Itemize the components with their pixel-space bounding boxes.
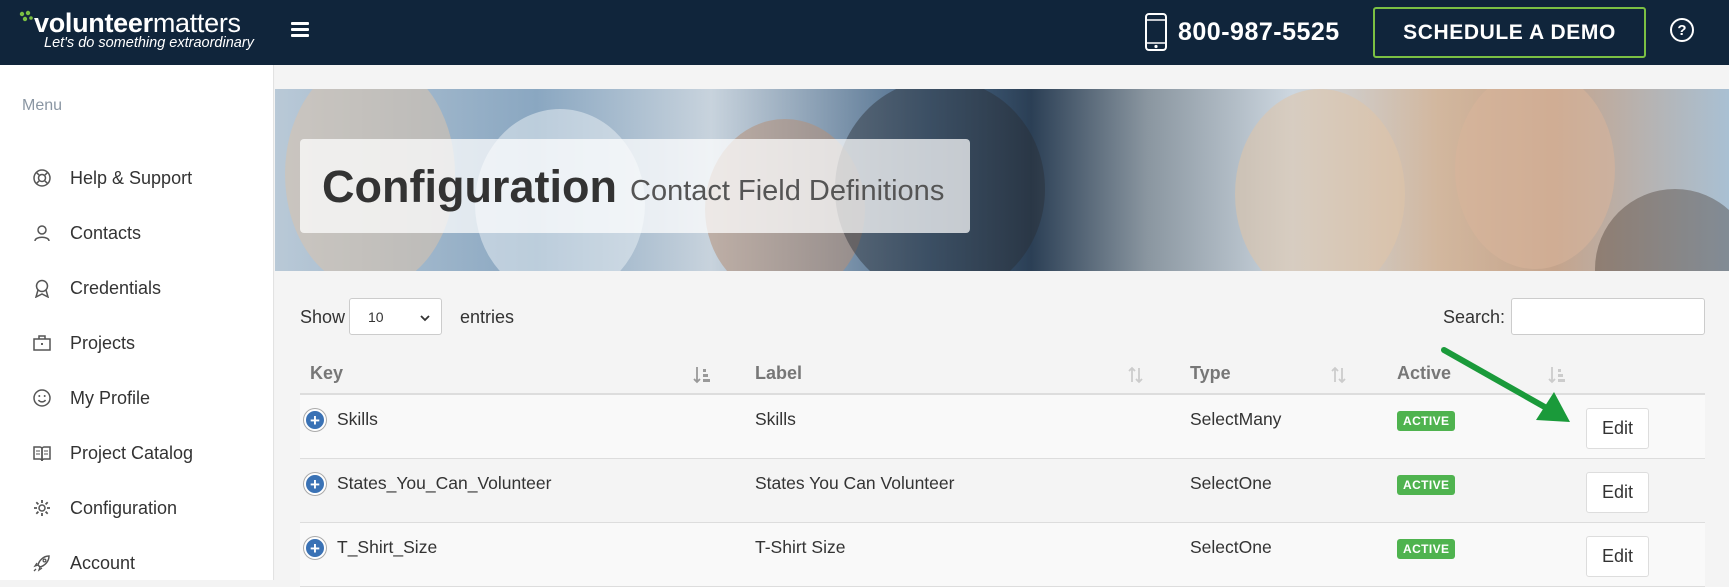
volunteers-banner-image: Configuration Contact Field Definitions [275, 89, 1729, 271]
status-badge: ACTIVE [1397, 411, 1456, 431]
page-length-select[interactable]: 10 [349, 298, 442, 335]
cell-label: States You Can Volunteer [755, 473, 955, 493]
help-icon[interactable]: ? [1670, 18, 1694, 42]
award-icon [31, 277, 53, 299]
edit-button[interactable]: Edit [1586, 536, 1649, 577]
sidebar-item-label: Contacts [70, 222, 142, 243]
sidebar-item-label: Credentials [70, 277, 162, 298]
page-length-value: 10 [368, 309, 384, 325]
show-label: Show [300, 307, 346, 327]
mobile-phone-icon [1145, 13, 1167, 51]
logo-dots-icon [19, 10, 33, 22]
main-content: Configuration Contact Field Definitions … [275, 65, 1729, 587]
sidebar-item-my-profile[interactable]: My Profile [0, 378, 274, 418]
briefcase-icon [31, 332, 53, 354]
cell-key: States_You_Can_Volunteer [337, 473, 552, 493]
sidebar: Menu Help & Support Contacts Credentials… [0, 65, 274, 580]
sidebar-item-account[interactable]: Account [0, 543, 274, 583]
schedule-demo-button[interactable]: SCHEDULE A DEMO [1373, 7, 1646, 58]
field-definitions-table: Key Label Type Active + Skills Skills Se… [300, 355, 1705, 587]
sort-ascending-icon[interactable] [693, 365, 711, 385]
logo-tagline: Let's do something extraordinary [44, 35, 254, 51]
table-row: + States_You_Can_Volunteer States You Ca… [300, 459, 1705, 523]
page-title-panel: Configuration Contact Field Definitions [300, 139, 970, 233]
cell-label: Skills [755, 409, 796, 429]
expand-row-icon[interactable]: + [304, 473, 326, 495]
search-input[interactable] [1511, 298, 1705, 335]
gear-icon [31, 497, 53, 519]
sidebar-item-label: Help & Support [70, 167, 193, 188]
status-badge: ACTIVE [1397, 475, 1456, 495]
page-subtitle: Contact Field Definitions [630, 175, 945, 207]
edit-button[interactable]: Edit [1586, 408, 1649, 449]
table-controls: Show 10 entries Search: [300, 298, 1705, 338]
sidebar-item-label: My Profile [70, 387, 151, 408]
sidebar-item-contacts[interactable]: Contacts [0, 213, 274, 253]
sort-both-icon[interactable] [1330, 365, 1348, 385]
status-badge: ACTIVE [1397, 539, 1456, 559]
cell-key: Skills [337, 409, 378, 429]
table-row: + T_Shirt_Size T-Shirt Size SelectOne AC… [300, 523, 1705, 587]
book-icon [31, 442, 53, 464]
phone-number: 800-987-5525 [1178, 17, 1340, 46]
user-icon [31, 222, 53, 244]
page-title: Configuration [322, 161, 617, 212]
cell-type: SelectOne [1190, 537, 1272, 557]
sidebar-item-projects[interactable]: Projects [0, 323, 274, 363]
sort-both-icon[interactable] [1127, 365, 1145, 385]
cell-label: T-Shirt Size [755, 537, 846, 557]
cell-key: T_Shirt_Size [337, 537, 438, 557]
lifebuoy-icon [31, 167, 53, 189]
sort-ascending-icon[interactable] [1548, 365, 1566, 385]
cell-type: SelectMany [1190, 409, 1282, 429]
entries-label: entries [460, 307, 515, 327]
sidebar-item-label: Account [70, 552, 136, 573]
logo-wordmark: volunteermatters [34, 8, 241, 38]
table-header: Key Label Type Active [300, 355, 1705, 395]
phone-contact: 800-987-5525 [1144, 12, 1340, 52]
column-header-label[interactable]: Label [755, 363, 802, 384]
sidebar-item-project-catalog[interactable]: Project Catalog [0, 433, 274, 473]
column-header-type[interactable]: Type [1190, 363, 1231, 384]
sidebar-item-label: Project Catalog [70, 442, 194, 463]
sidebar-item-label: Projects [70, 332, 136, 353]
expand-row-icon[interactable]: + [304, 537, 326, 559]
column-header-key[interactable]: Key [310, 363, 343, 384]
search-label: Search: [1443, 307, 1506, 327]
cell-type: SelectOne [1190, 473, 1272, 493]
sidebar-item-help-support[interactable]: Help & Support [0, 158, 274, 198]
sidebar-item-label: Configuration [70, 497, 178, 518]
smiley-icon [31, 387, 53, 409]
menu-heading: Menu [22, 97, 63, 114]
sidebar-item-credentials[interactable]: Credentials [0, 268, 274, 308]
hamburger-menu-icon[interactable] [291, 22, 309, 38]
column-header-active[interactable]: Active [1397, 363, 1451, 384]
rocket-icon [31, 552, 53, 574]
chevron-down-icon [420, 315, 430, 322]
sidebar-item-configuration[interactable]: Configuration [0, 488, 274, 528]
top-navigation-bar: volunteermatters Let's do something extr… [0, 0, 1729, 65]
edit-button[interactable]: Edit [1586, 472, 1649, 513]
expand-row-icon[interactable]: + [304, 409, 326, 431]
table-row: + Skills Skills SelectMany ACTIVE Edit [300, 395, 1705, 459]
volunteermatters-logo[interactable]: volunteermatters Let's do something extr… [18, 8, 278, 56]
